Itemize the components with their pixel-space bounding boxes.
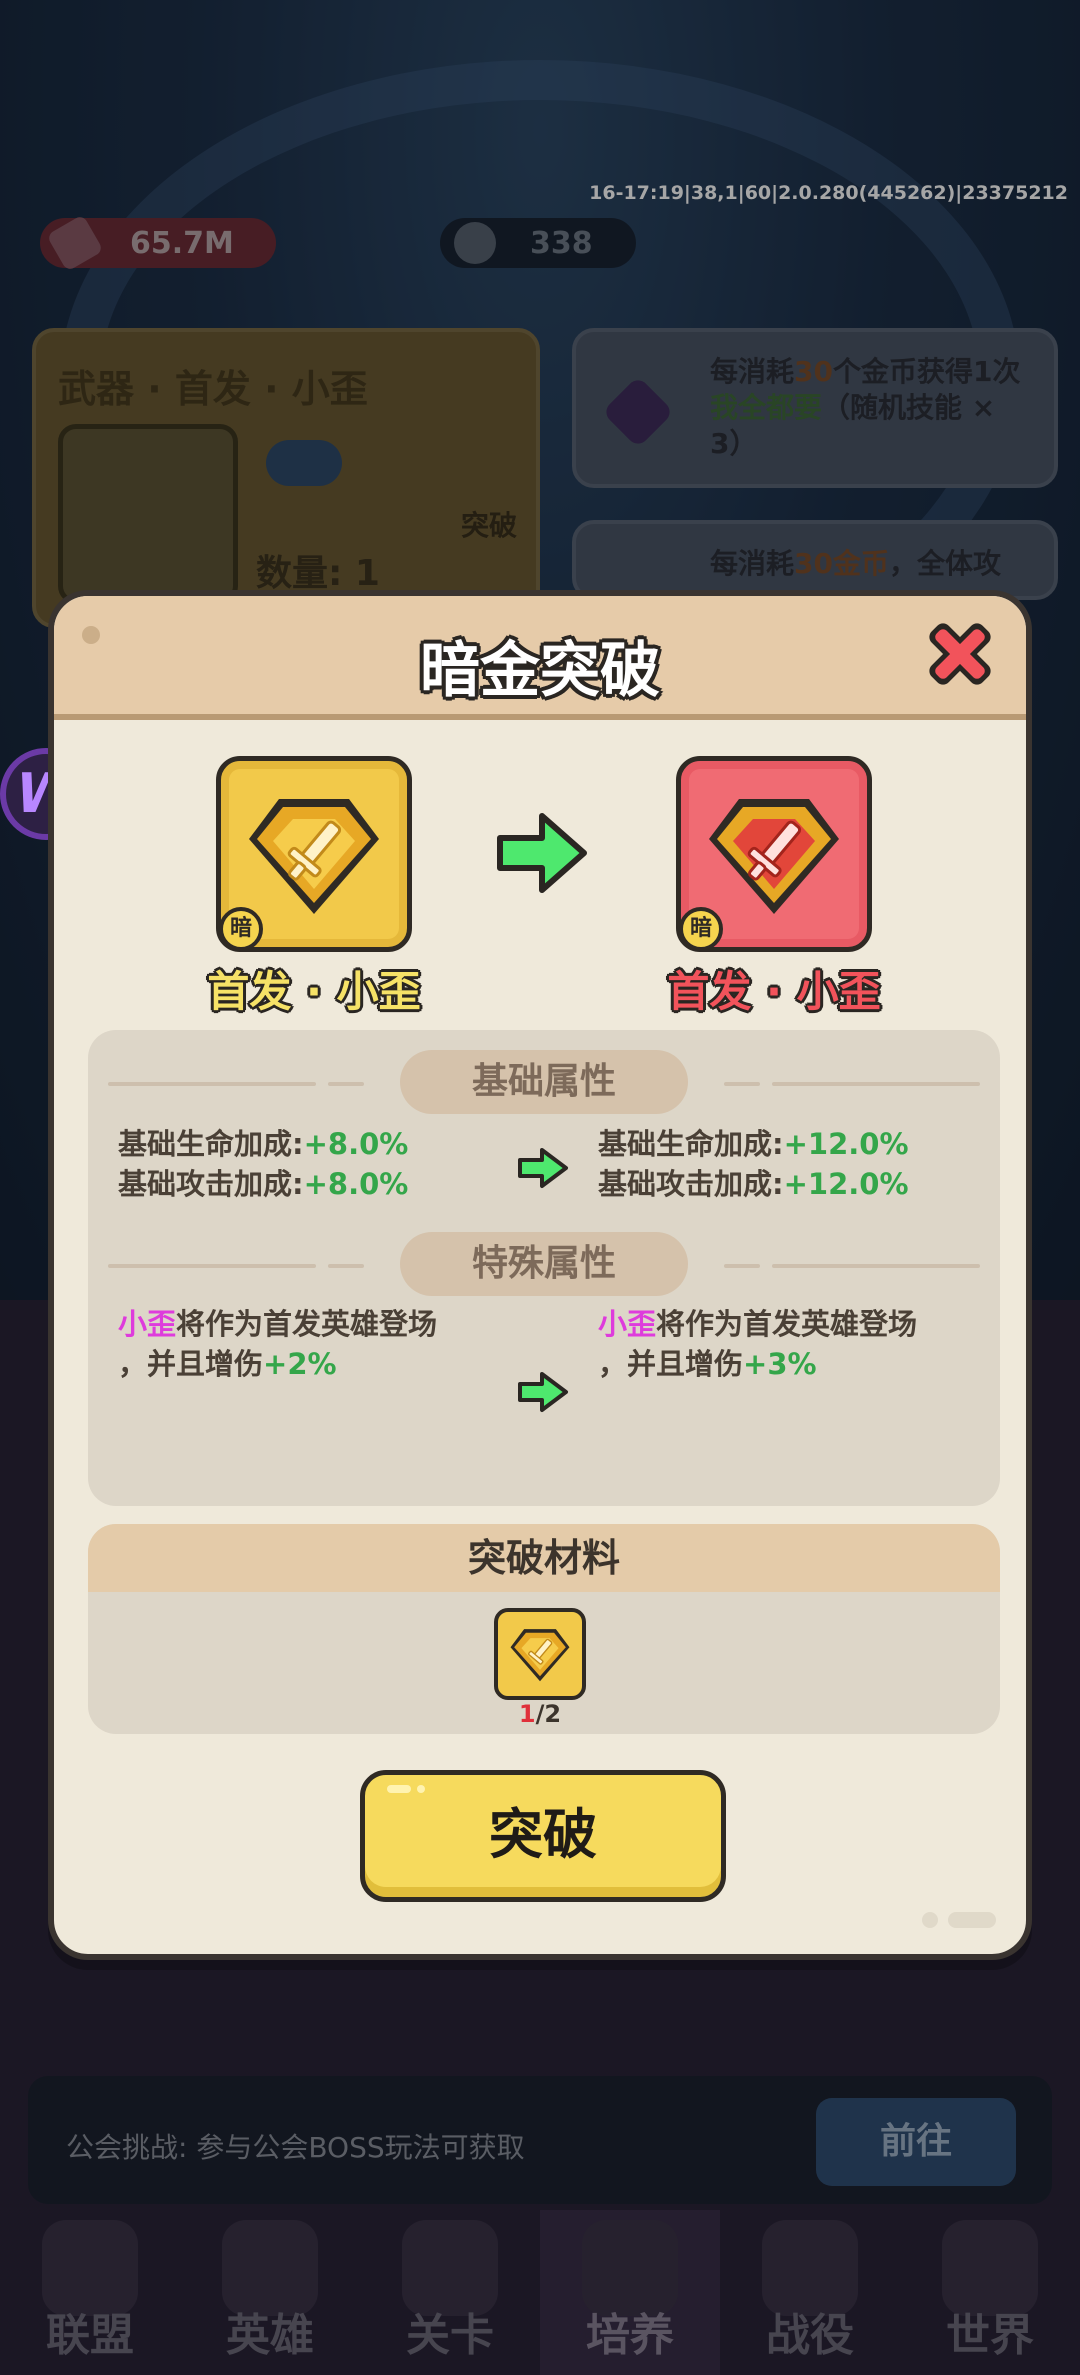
materials-heading: 突破材料 [88,1524,1000,1592]
button-shine [387,1785,411,1793]
materials-panel: 突破材料 1/2 [88,1524,1000,1734]
divider [108,1264,316,1268]
attributes-panel: 基础属性 基础生命加成:+8.0% 基础攻击加成:+8.0% 基础生命加成:+1… [88,1030,1000,1506]
upgraded-item-slot: 暗 [676,756,872,952]
upgraded-item-name: 首发 · 小歪 [667,967,881,1016]
breakthrough-button[interactable]: 突破 [360,1770,726,1902]
material-count: 1/2 [494,1700,586,1728]
stat-value: +12.0% [783,1127,909,1161]
button-shine [417,1785,425,1793]
stat-label: 将作为首发英雄登场 [176,1307,438,1341]
base-stats-after: 基础生命加成:+12.0% 基础攻击加成:+12.0% [598,1124,909,1204]
current-item-name: 首发 · 小歪 [207,967,421,1016]
sword-emblem-icon [510,1629,570,1682]
stat-value: +2% [263,1347,337,1381]
base-stats-before: 基础生命加成:+8.0% 基础攻击加成:+8.0% [118,1124,408,1204]
material-have: 1 [518,1700,536,1728]
stat-value: +8.0% [303,1167,409,1201]
dialog-title: 暗金突破 [420,636,660,706]
decoration-pill [948,1912,996,1928]
divider [108,1082,316,1086]
special-stats-before: 小歪将作为首发英雄登场 ，并且增伤+2% [118,1304,437,1384]
dark-gold-tag: 暗 [219,907,263,951]
stat-label: 基础攻击加成: [598,1167,784,1201]
divider [724,1082,760,1086]
material-need: /2 [535,1700,562,1728]
divider [328,1264,364,1268]
green-arrow-icon [497,813,587,893]
stat-label: 将作为首发英雄登场 [656,1307,918,1341]
stat-label: 基础攻击加成: [118,1167,304,1201]
green-arrow-icon [518,1372,568,1412]
breakthrough-button-label: 突破 [489,1803,597,1866]
divider [724,1264,760,1268]
hero-name: 小歪 [598,1307,657,1341]
hero-name: 小歪 [118,1307,177,1341]
dark-gold-tag: 暗 [679,907,723,951]
current-item-slot: 暗 [216,756,412,952]
divider [328,1082,364,1086]
stat-value: +3% [743,1347,817,1381]
stat-label: 基础生命加成: [118,1127,304,1161]
stat-value: +8.0% [303,1127,409,1161]
special-stats-after: 小歪将作为首发英雄登场 ，并且增伤+3% [598,1304,917,1384]
green-arrow-icon [518,1148,568,1188]
base-attributes-heading: 基础属性 [400,1050,688,1114]
stat-label: ，并且增伤 [118,1347,264,1381]
decoration-dot [922,1912,938,1928]
sword-emblem-icon [249,799,379,914]
divider [772,1264,980,1268]
dialog-header: 暗金突破 [54,596,1026,720]
material-item-slot[interactable] [494,1608,586,1700]
stat-value: +12.0% [783,1167,909,1201]
close-icon[interactable] [920,614,1000,694]
divider [772,1082,980,1086]
special-attributes-heading: 特殊属性 [400,1232,688,1296]
stat-label: ，并且增伤 [598,1347,744,1381]
stat-label: 基础生命加成: [598,1127,784,1161]
breakthrough-dialog: 暗金突破 暗 首发 · 小歪 暗 首发 · 小歪 基础属性 基础生命加成:+8.… [48,590,1032,1960]
sword-emblem-icon [709,799,839,914]
